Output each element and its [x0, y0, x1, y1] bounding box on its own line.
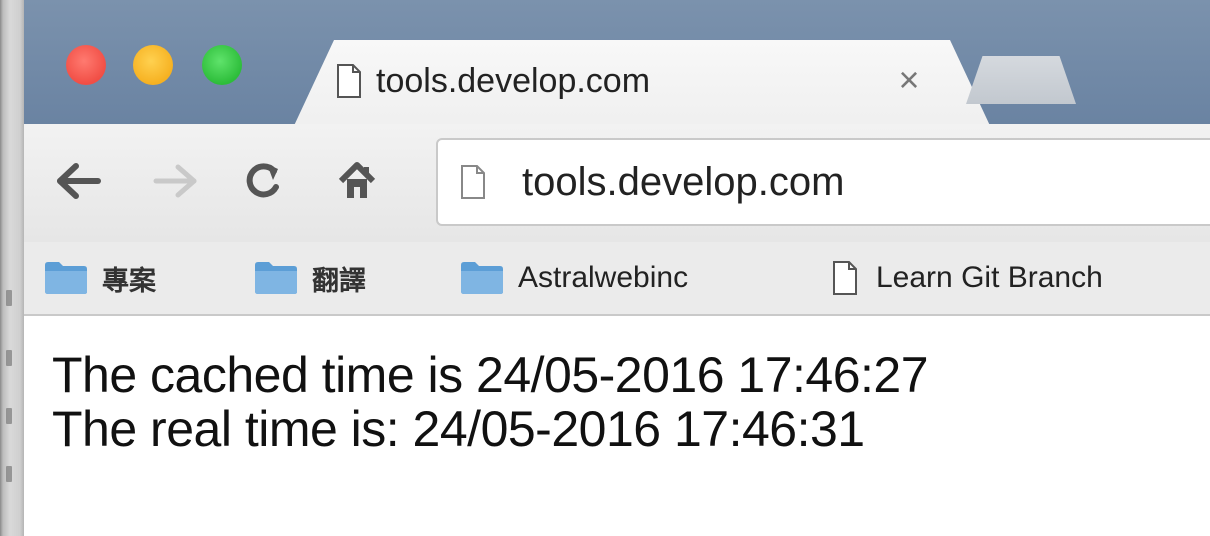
toolbar: tools.develop.com	[24, 124, 1210, 242]
folder-icon	[255, 262, 297, 294]
home-icon	[338, 162, 376, 198]
edge-glyph	[6, 466, 12, 482]
bookmark-page[interactable]: Learn Git Branch	[832, 254, 1103, 302]
tab-strip: tools.develop.com ×	[24, 0, 1210, 130]
window-zoom-button[interactable]	[202, 45, 242, 85]
page-icon	[833, 261, 857, 295]
back-arrow-icon	[57, 163, 101, 199]
tab-content: tools.develop.com	[336, 56, 650, 106]
bookmark-folder[interactable]: 專案	[44, 254, 156, 302]
forward-button[interactable]	[152, 158, 198, 204]
page-icon	[337, 64, 361, 98]
back-button[interactable]	[56, 158, 102, 204]
bookmark-label: Learn Git Branch	[876, 261, 1103, 294]
reload-icon	[246, 163, 279, 198]
reload-button[interactable]	[240, 158, 286, 204]
forward-arrow-icon	[153, 164, 197, 198]
real-time-text: The real time is: 24/05-2016 17:46:31	[52, 401, 865, 457]
bookmark-folder[interactable]: Astralwebinc	[460, 254, 688, 302]
home-button[interactable]	[334, 158, 380, 204]
screen: tools.develop.com × tools.develop.com 專案…	[0, 0, 1210, 536]
page-icon	[461, 165, 485, 199]
new-tab-button[interactable]	[966, 56, 1076, 104]
window-close-button[interactable]	[66, 45, 106, 85]
cached-time-text: The cached time is 24/05-2016 17:46:27	[52, 347, 929, 403]
background-window-edge	[0, 0, 24, 536]
tab-close-icon[interactable]: ×	[894, 58, 924, 102]
tab-title: tools.develop.com	[376, 61, 651, 100]
bookmark-folder[interactable]: 翻譯	[254, 254, 366, 302]
folder-icon	[45, 262, 87, 294]
url-text: tools.develop.com	[522, 159, 845, 204]
page-content: The cached time is 24/05-2016 17:46:27 T…	[24, 316, 1210, 536]
bookmark-label: 翻譯	[312, 265, 366, 296]
bookmark-label: 專案	[102, 265, 156, 296]
bookmarks-bar: 專案 翻譯 Astralwebinc Learn Git Branch	[24, 242, 1210, 316]
address-bar[interactable]: tools.develop.com	[436, 138, 1210, 226]
folder-icon	[461, 262, 503, 294]
edge-glyph	[6, 350, 12, 366]
edge-glyph	[6, 408, 12, 424]
window-minimize-button[interactable]	[133, 45, 173, 85]
browser-window: tools.develop.com × tools.develop.com 專案…	[24, 0, 1210, 536]
bookmark-label: Astralwebinc	[518, 261, 689, 294]
edge-glyph	[6, 290, 12, 306]
